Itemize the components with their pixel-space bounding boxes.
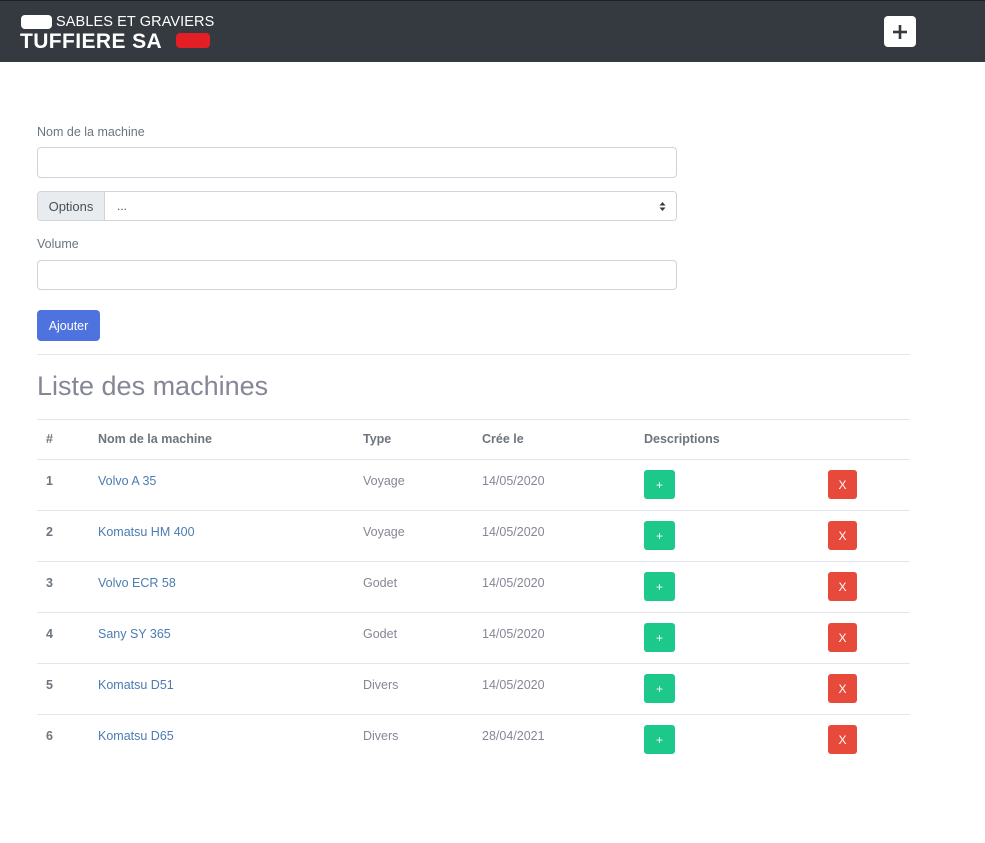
select-arrows-icon: [659, 202, 666, 211]
machine-name-link[interactable]: Komatsu HM 400: [98, 525, 195, 539]
created-date: 28/04/2021: [482, 729, 545, 743]
add-machine-button[interactable]: [884, 16, 916, 47]
volume-input[interactable]: [37, 260, 677, 290]
created-date: 14/05/2020: [482, 678, 545, 692]
delete-machine-button[interactable]: X: [828, 725, 857, 754]
ajouter-button[interactable]: Ajouter: [37, 310, 100, 341]
brand-logo[interactable]: SABLES ET GRAVIERS TUFFIERE SA: [20, 13, 215, 53]
table-row: 5 Komatsu D51 Divers 14/05/2020 + X: [37, 664, 910, 715]
add-description-button[interactable]: +: [644, 623, 675, 652]
machine-type: Godet: [363, 627, 398, 641]
created-date: 14/05/2020: [482, 576, 545, 590]
delete-machine-button[interactable]: X: [828, 470, 857, 499]
add-description-button[interactable]: +: [644, 521, 675, 550]
machine-type: Divers: [363, 729, 399, 743]
table-row: 3 Volvo ECR 58 Godet 14/05/2020 + X: [37, 562, 910, 613]
machines-table: # Nom de la machine Type Crée le Descrip…: [37, 419, 910, 766]
plus-icon: [893, 24, 907, 39]
machine-type: Godet: [363, 576, 398, 590]
table-row: 4 Sany SY 365 Godet 14/05/2020 + X: [37, 613, 910, 664]
machine-name-label: Nom de la machine: [37, 125, 145, 139]
machine-name-link[interactable]: Komatsu D51: [98, 678, 174, 692]
machine-name-link[interactable]: Sany SY 365: [98, 627, 171, 641]
header-date: Crée le: [482, 432, 524, 446]
add-description-button[interactable]: +: [644, 470, 675, 499]
machines-list-title: Liste des machines: [37, 371, 269, 401]
header-name: Nom de la machine: [98, 432, 212, 446]
row-number: 6: [46, 729, 53, 743]
table-row: 6 Komatsu D65 Divers 28/04/2021 + X: [37, 715, 910, 766]
table-body: 1 Volvo A 35 Voyage 14/05/2020 + X 2 Kom…: [37, 460, 910, 766]
machine-type: Voyage: [363, 525, 405, 539]
table-header: # Nom de la machine Type Crée le Descrip…: [37, 420, 910, 460]
add-description-button[interactable]: +: [644, 674, 675, 703]
machine-name-link[interactable]: Komatsu D65: [98, 729, 174, 743]
options-select[interactable]: ...: [105, 192, 676, 220]
delete-machine-button[interactable]: X: [828, 674, 857, 703]
row-number: 3: [46, 576, 53, 590]
add-description-button[interactable]: +: [644, 572, 675, 601]
add-description-button[interactable]: +: [644, 725, 675, 754]
header-num: #: [46, 432, 53, 446]
machine-type: Voyage: [363, 474, 405, 488]
logo-red-shape: [176, 33, 210, 48]
delete-machine-button[interactable]: X: [828, 521, 857, 550]
created-date: 14/05/2020: [482, 627, 545, 641]
created-date: 14/05/2020: [482, 525, 545, 539]
created-date: 14/05/2020: [482, 474, 545, 488]
row-number: 2: [46, 525, 53, 539]
volume-label: Volume: [37, 237, 79, 251]
top-navbar: SABLES ET GRAVIERS TUFFIERE SA: [0, 0, 985, 62]
row-number: 1: [46, 474, 53, 488]
options-select-group[interactable]: Options ...: [37, 191, 677, 221]
header-descriptions: Descriptions: [644, 432, 720, 446]
brand-line2: TUFFIERE SA: [20, 30, 163, 53]
options-selected-value: ...: [117, 199, 128, 213]
options-prefix-label: Options: [38, 192, 105, 220]
header-type: Type: [363, 432, 392, 446]
row-number: 4: [46, 627, 53, 641]
machine-name-link[interactable]: Volvo A 35: [98, 474, 156, 488]
table-row: 1 Volvo A 35 Voyage 14/05/2020 + X: [37, 460, 910, 511]
delete-machine-button[interactable]: X: [828, 623, 857, 652]
brand-line1: SABLES ET GRAVIERS: [56, 14, 215, 30]
machine-name-link[interactable]: Volvo ECR 58: [98, 576, 176, 590]
machine-name-input[interactable]: [37, 147, 677, 178]
logo-white-shape: [21, 15, 52, 29]
delete-machine-button[interactable]: X: [828, 572, 857, 601]
table-row: 2 Komatsu HM 400 Voyage 14/05/2020 + X: [37, 511, 910, 562]
row-number: 5: [46, 678, 53, 692]
divider: [37, 354, 910, 355]
machine-type: Divers: [363, 678, 399, 692]
